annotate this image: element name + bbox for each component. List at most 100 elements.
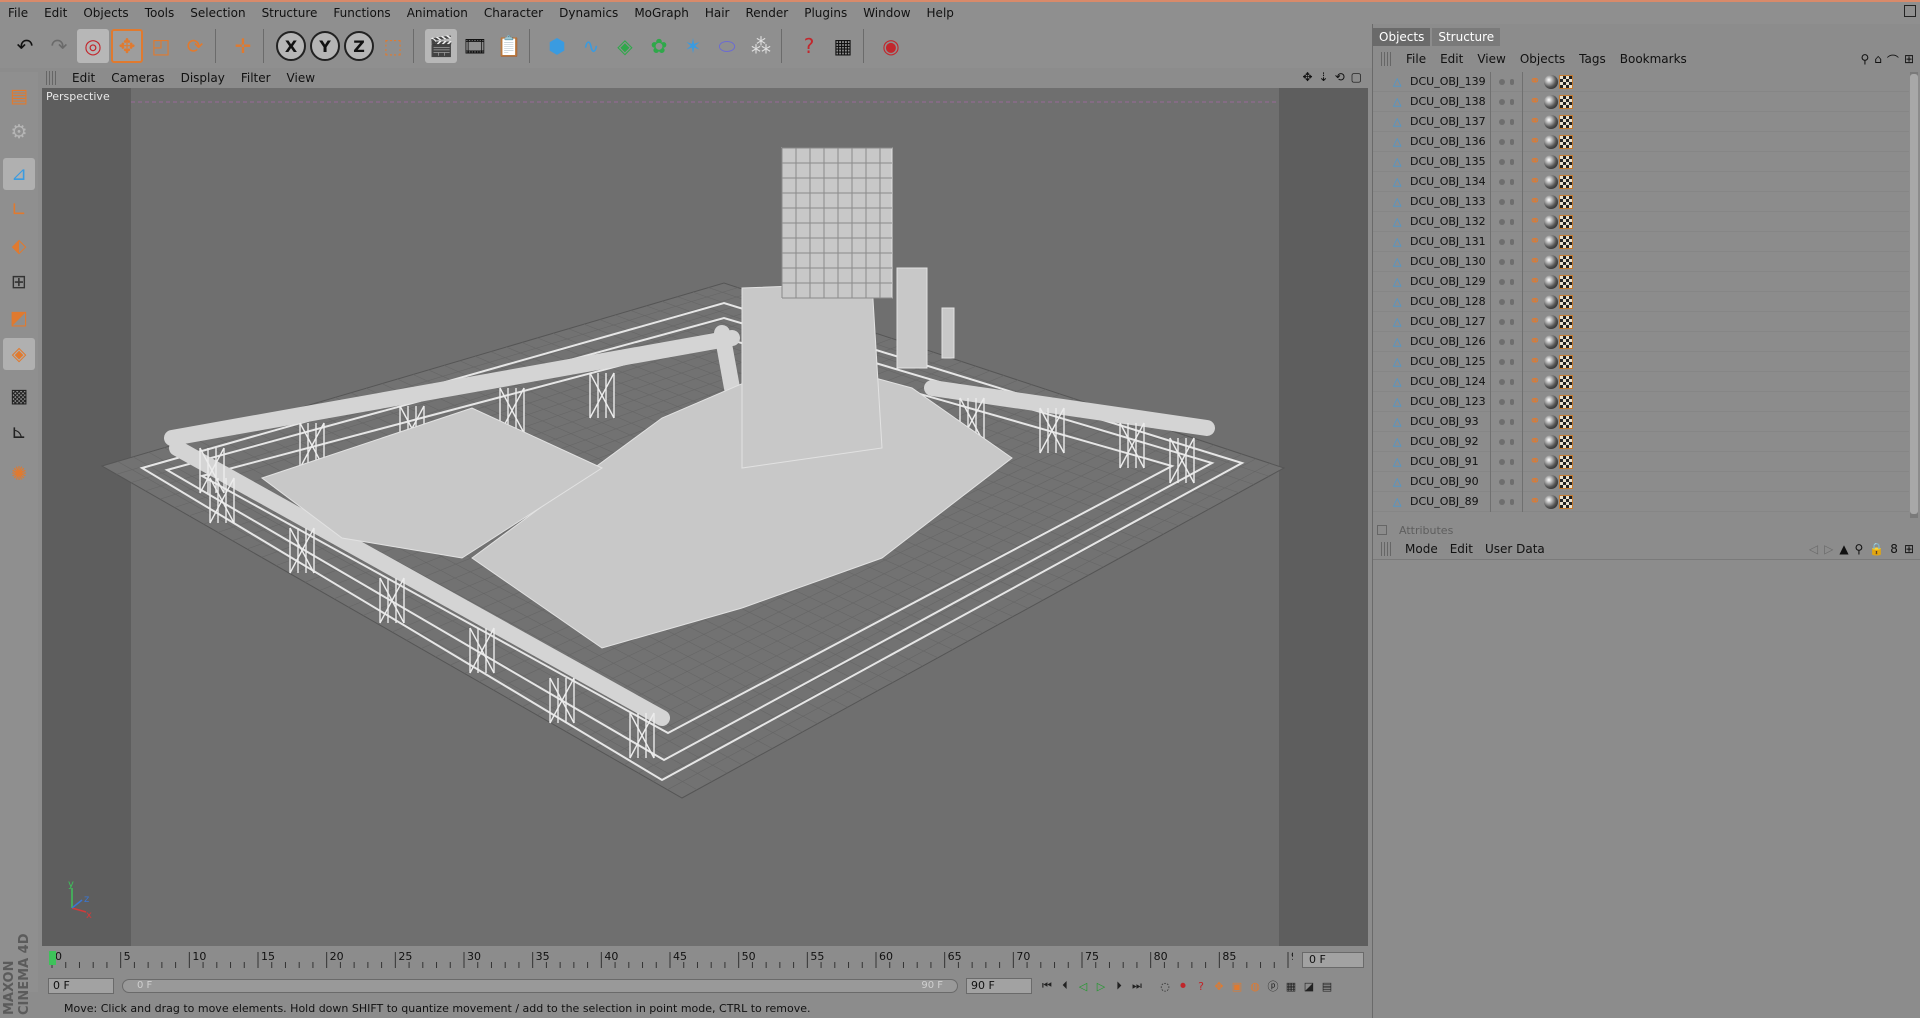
uvw-tag-icon[interactable]: [1559, 394, 1573, 409]
move-icon[interactable]: ✥: [111, 29, 143, 63]
viewport-menu-filter[interactable]: Filter: [233, 71, 279, 85]
material-tag-icon[interactable]: [1544, 474, 1558, 489]
object-name-cell[interactable]: △ DCU_OBJ_127: [1373, 312, 1490, 332]
material-tag-icon[interactable]: [1544, 174, 1558, 189]
render-picture-viewer-icon[interactable]: 🎞: [459, 29, 491, 63]
object-row[interactable]: △ DCU_OBJ_135 ⚭: [1373, 151, 1909, 172]
help-icon[interactable]: ?: [793, 29, 825, 63]
x-axis-button[interactable]: X: [275, 29, 307, 63]
object-list-scrollbar[interactable]: [1910, 72, 1918, 518]
search-icon[interactable]: ⚲: [1861, 52, 1870, 69]
object-name-cell[interactable]: △ DCU_OBJ_89: [1373, 492, 1490, 512]
om-menu-bookmarks[interactable]: Bookmarks: [1613, 52, 1694, 66]
array-icon[interactable]: ✿: [643, 29, 675, 63]
editor-visibility-icon[interactable]: [1499, 118, 1505, 125]
render-visibility-icon[interactable]: [1510, 158, 1514, 165]
editor-visibility-icon[interactable]: [1499, 378, 1505, 385]
uvw-tag-icon[interactable]: [1559, 334, 1573, 349]
render-visibility-icon[interactable]: [1510, 378, 1514, 385]
editor-visibility-icon[interactable]: [1499, 498, 1505, 505]
menu-mograph[interactable]: MoGraph: [626, 6, 697, 20]
previous-key-icon[interactable]: ⏴: [1056, 977, 1074, 995]
menu-hair[interactable]: Hair: [697, 6, 738, 20]
uvw-tag-icon[interactable]: [1559, 114, 1573, 129]
scale-icon[interactable]: ◰: [145, 29, 177, 63]
scheme-icon[interactable]: ◪: [1300, 977, 1318, 995]
phong-tag-icon[interactable]: ⚭: [1527, 234, 1543, 250]
material-tag-icon[interactable]: [1544, 394, 1558, 409]
object-row[interactable]: △ DCU_OBJ_124 ⚭: [1373, 371, 1909, 392]
uvw-tag-icon[interactable]: [1559, 214, 1573, 229]
object-name-cell[interactable]: △ DCU_OBJ_93: [1373, 412, 1490, 432]
object-row[interactable]: △ DCU_OBJ_133 ⚭: [1373, 191, 1909, 212]
menu-structure[interactable]: Structure: [254, 6, 326, 20]
material-tag-icon[interactable]: [1544, 254, 1558, 269]
material-tag-icon[interactable]: [1544, 434, 1558, 449]
material-tag-icon[interactable]: [1544, 334, 1558, 349]
render-visibility-icon[interactable]: [1510, 398, 1514, 405]
attributes-checkbox[interactable]: [1377, 525, 1387, 535]
material-tag-icon[interactable]: [1544, 154, 1558, 169]
preview-range-slider[interactable]: 0 F 90 F: [122, 979, 958, 993]
material-tag-icon[interactable]: [1544, 94, 1558, 109]
phong-tag-icon[interactable]: ⚭: [1527, 394, 1543, 410]
object-name-cell[interactable]: △ DCU_OBJ_137: [1373, 112, 1490, 132]
editor-visibility-icon[interactable]: [1499, 198, 1505, 205]
object-row[interactable]: △ DCU_OBJ_132 ⚭: [1373, 211, 1909, 232]
rotate-icon[interactable]: ⟳: [179, 29, 211, 63]
motion-record-icon[interactable]: ◌: [1156, 977, 1174, 995]
object-name-cell[interactable]: △ DCU_OBJ_125: [1373, 352, 1490, 372]
object-row[interactable]: △ DCU_OBJ_125 ⚭: [1373, 351, 1909, 372]
menu-plugins[interactable]: Plugins: [796, 6, 855, 20]
polygons-mode-icon[interactable]: ◩: [3, 302, 35, 334]
visibility-toggles[interactable]: [1490, 471, 1522, 492]
render-settings-icon[interactable]: 📋: [493, 29, 525, 63]
z-axis-button[interactable]: Z: [343, 29, 375, 63]
visibility-toggles[interactable]: [1490, 231, 1522, 252]
material-tag-icon[interactable]: [1544, 214, 1558, 229]
om-menu-view[interactable]: View: [1470, 52, 1512, 66]
next-key-icon[interactable]: ⏵: [1110, 977, 1128, 995]
visibility-toggles[interactable]: [1490, 291, 1522, 312]
material-tag-icon[interactable]: [1544, 494, 1558, 509]
object-name-cell[interactable]: △ DCU_OBJ_134: [1373, 172, 1490, 192]
editor-visibility-icon[interactable]: [1499, 178, 1505, 185]
visibility-toggles[interactable]: [1490, 151, 1522, 172]
key-parameter-icon[interactable]: ⓟ: [1264, 977, 1282, 995]
start-frame-field[interactable]: 0 F: [48, 978, 114, 994]
camera-icon[interactable]: ⁂: [745, 29, 777, 63]
phong-tag-icon[interactable]: ⚭: [1527, 114, 1543, 130]
undo-icon[interactable]: ↶: [9, 29, 41, 63]
render-visibility-icon[interactable]: [1510, 498, 1514, 505]
object-name-cell[interactable]: △ DCU_OBJ_126: [1373, 332, 1490, 352]
uvw-tag-icon[interactable]: [1559, 474, 1573, 489]
phong-tag-icon[interactable]: ⚭: [1527, 374, 1543, 390]
web-icon[interactable]: ◉: [875, 29, 907, 63]
visibility-toggles[interactable]: [1490, 72, 1522, 92]
texture-mode-icon[interactable]: ▩: [3, 380, 35, 412]
phong-tag-icon[interactable]: ⚭: [1527, 294, 1543, 310]
viewport-menu-cameras[interactable]: Cameras: [103, 71, 172, 85]
uvw-tag-icon[interactable]: [1559, 374, 1573, 389]
visibility-toggles[interactable]: [1490, 331, 1522, 352]
autokey-icon[interactable]: ?: [1192, 977, 1210, 995]
tab-objects[interactable]: Objects: [1373, 28, 1431, 46]
dolly-icon[interactable]: ⇣: [1319, 70, 1329, 84]
visibility-toggles[interactable]: [1490, 171, 1522, 192]
uvw-tag-icon[interactable]: [1559, 94, 1573, 109]
panel-grip[interactable]: [1381, 52, 1391, 66]
phong-tag-icon[interactable]: ⚭: [1527, 474, 1543, 490]
editor-visibility-icon[interactable]: [1499, 438, 1505, 445]
uvw-tag-icon[interactable]: [1559, 274, 1573, 289]
menu-animation[interactable]: Animation: [399, 6, 476, 20]
material-tag-icon[interactable]: [1544, 134, 1558, 149]
deformer-icon[interactable]: ✶: [677, 29, 709, 63]
object-name-cell[interactable]: △ DCU_OBJ_90: [1373, 472, 1490, 492]
menu-functions[interactable]: Functions: [325, 6, 398, 20]
panel-grip[interactable]: [46, 71, 56, 85]
render-visibility-icon[interactable]: [1510, 358, 1514, 365]
render-visibility-icon[interactable]: [1510, 98, 1514, 105]
object-row[interactable]: △ DCU_OBJ_93 ⚭: [1373, 411, 1909, 432]
render-visibility-icon[interactable]: [1510, 318, 1514, 325]
material-tag-icon[interactable]: [1544, 294, 1558, 309]
